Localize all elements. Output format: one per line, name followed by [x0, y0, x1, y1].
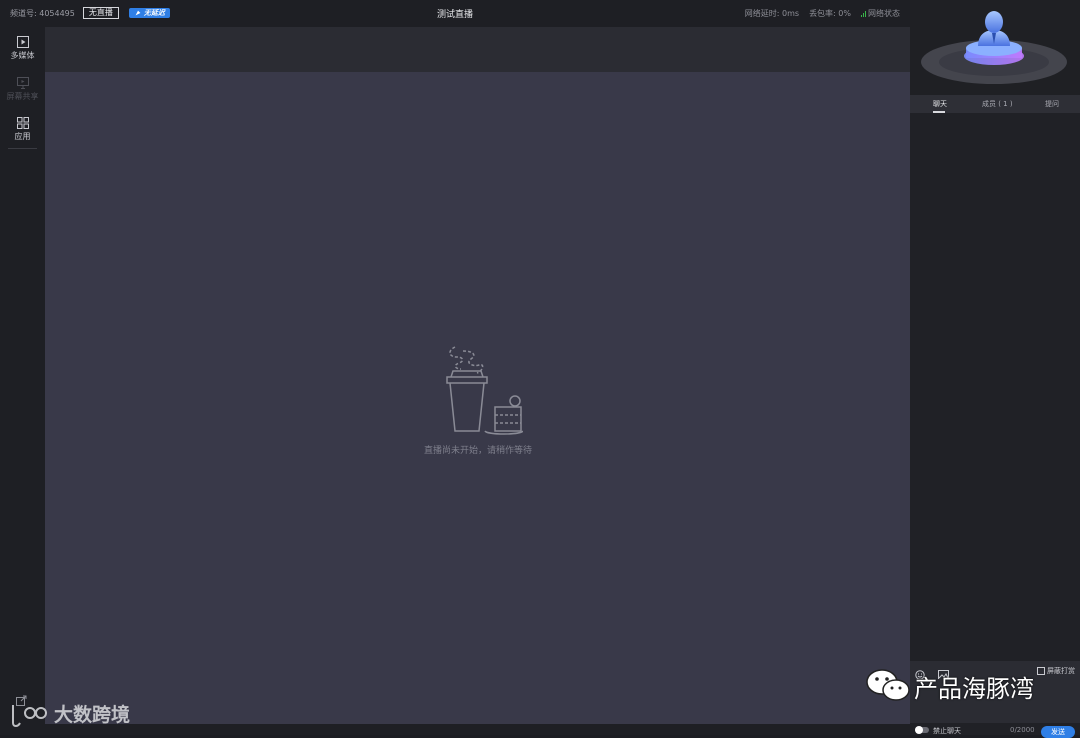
watermark-logo-icon — [12, 704, 47, 727]
screen-share-icon — [16, 77, 29, 89]
apps-grid-icon — [16, 117, 29, 129]
chat-tabs: 聊天 成员 ( 1 ) 提问 — [910, 95, 1080, 113]
network-delay: 网络延时: 0ms — [744, 9, 800, 18]
top-bar: 频道号: 4054495 无直播 无延迟 测试直播 网络延时: 0ms 丢包率:… — [0, 0, 910, 27]
sidebar-divider — [8, 148, 37, 149]
coffee-cake-icon — [446, 346, 524, 435]
watermark-bottom-left: 大数跨境 — [10, 700, 130, 727]
network-info: 网络延时: 0ms 丢包率: 0% 网络状态 — [745, 8, 900, 19]
sidebar: 多媒体 屏幕共享 应用 — [0, 27, 45, 735]
stage-header — [45, 27, 910, 72]
tab-questions[interactable]: 提问 — [1045, 99, 1059, 109]
sidebar-item-screen-share[interactable]: 屏幕共享 — [0, 77, 45, 102]
host-avatar-icon — [921, 11, 1067, 84]
sidebar-item-label: 屏幕共享 — [6, 92, 39, 101]
tab-members[interactable]: 成员 ( 1 ) — [982, 99, 1013, 109]
host-video — [910, 0, 1080, 95]
watermark-brand-text: 产品海豚湾 — [914, 674, 1034, 703]
waiting-text: 直播尚未开始，请稍作等待 — [423, 446, 532, 456]
sidebar-item-apps[interactable]: 应用 — [0, 117, 45, 142]
send-button[interactable]: 发送 — [1041, 726, 1075, 738]
live-stage: 直播尚未开始，请稍作等待 — [45, 27, 910, 724]
chat-footer: 禁止聊天 0/2000 发送 — [910, 723, 1080, 738]
wechat-icon — [866, 669, 910, 701]
char-count: 0/2000 — [1010, 726, 1035, 734]
right-panel: 聊天 成员 ( 1 ) 提问 屏蔽打赏 禁止聊天 0/2000 发送 — [910, 0, 1080, 738]
network-status[interactable]: 网络状态 — [861, 8, 900, 19]
active-tab-indicator — [933, 111, 945, 113]
signal-icon — [861, 10, 866, 17]
tab-chat[interactable]: 聊天 — [933, 99, 947, 109]
sidebar-item-multimedia[interactable]: 多媒体 — [0, 36, 45, 61]
stage-footer — [45, 724, 910, 735]
watermark-text: 大数跨境 — [54, 704, 131, 726]
network-status-label: 网络状态 — [868, 9, 900, 18]
packet-loss: 丢包率: 0% — [809, 9, 851, 18]
waiting-placeholder: 直播尚未开始，请稍作等待 — [423, 343, 533, 456]
watermark-bottom-right: 产品海豚湾 — [866, 668, 1034, 704]
shield-reward-checkbox[interactable]: 屏蔽打赏 — [1037, 666, 1075, 676]
play-square-icon — [16, 36, 29, 48]
sidebar-item-label: 应用 — [14, 132, 31, 141]
mute-chat-toggle[interactable] — [915, 726, 929, 734]
sidebar-item-label: 多媒体 — [10, 51, 35, 60]
shield-reward-label: 屏蔽打赏 — [1047, 667, 1075, 675]
checkbox-icon — [1037, 667, 1045, 675]
